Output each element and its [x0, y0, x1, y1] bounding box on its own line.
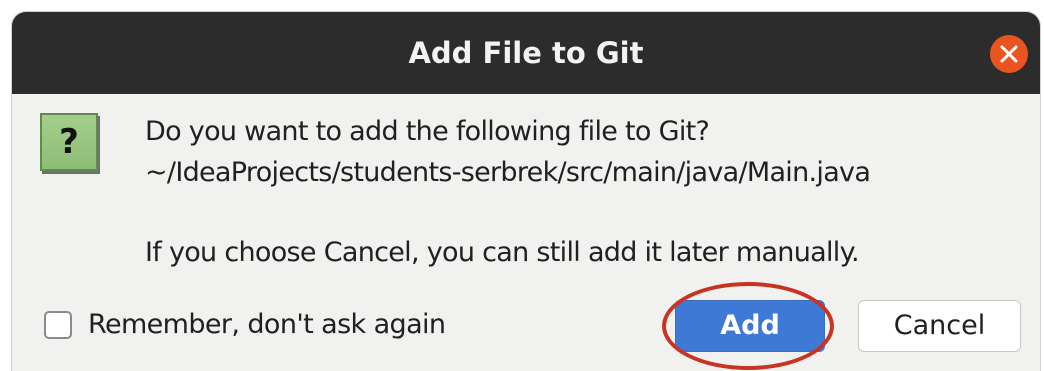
- dialog-title: Add File to Git: [408, 36, 644, 70]
- remember-checkbox-label[interactable]: Remember, don't ask again: [88, 308, 446, 342]
- message-question: Do you want to add the following file to…: [145, 116, 710, 147]
- remember-checkbox[interactable]: [44, 311, 72, 339]
- message-file-path: ~/IdeaProjects/students-serbrek/src/main…: [145, 157, 871, 188]
- close-icon: [1000, 45, 1018, 63]
- message-cancel-hint: If you choose Cancel, you can still add …: [145, 237, 860, 268]
- question-glyph: ?: [59, 122, 79, 162]
- question-icon: ?: [40, 113, 98, 171]
- cancel-button[interactable]: Cancel: [858, 300, 1021, 352]
- add-file-to-git-dialog: Add File to Git ? Do you want to add the…: [12, 12, 1040, 371]
- dialog-titlebar[interactable]: Add File to Git: [12, 12, 1040, 94]
- add-button[interactable]: Add: [675, 300, 825, 352]
- close-button[interactable]: [990, 35, 1028, 73]
- page: Add File to Git ? Do you want to add the…: [0, 0, 1044, 371]
